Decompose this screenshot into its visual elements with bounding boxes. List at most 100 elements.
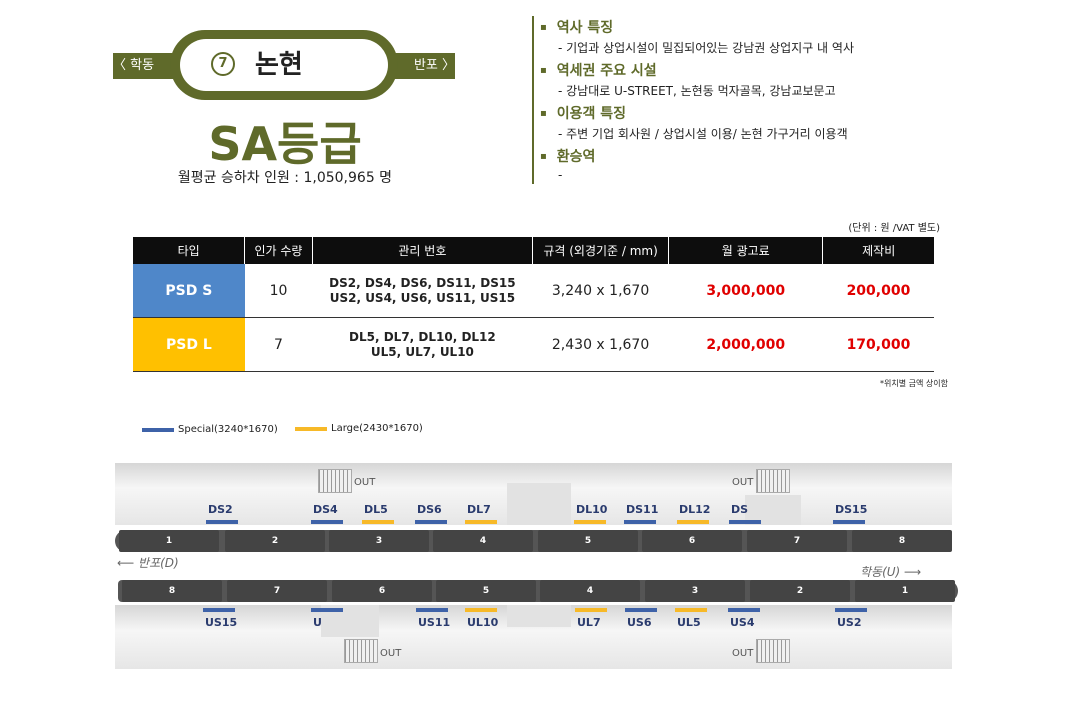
feature-facilities: 역세권 주요 시설- 강남대로 U-STREET, 논현동 먹자골목, 강남교보… (540, 60, 836, 99)
ad-slot-label: DS (731, 503, 749, 516)
ad-slot[interactable] (625, 608, 657, 612)
type-cell: PSD L (133, 317, 245, 372)
train-car: 1 (855, 580, 955, 602)
type-cell: PSD S (133, 264, 245, 318)
table-row: PSD S 10 DS2, DS4, DS6, DS11, DS15 US2, U… (133, 264, 934, 318)
ad-slot-label: UL10 (467, 616, 499, 629)
legend-large: Large(2430*1670) (331, 423, 423, 434)
ad-slot-label: US11 (418, 616, 451, 629)
col-size: 규격 (외경기준 / mm) (532, 237, 670, 264)
next-station[interactable]: 반포 〉 (414, 53, 455, 79)
train-car: 1 (119, 530, 219, 552)
upper-train: 12345678 (115, 530, 952, 552)
ad-slot-label: DL5 (364, 503, 388, 516)
ad-slot[interactable] (728, 608, 760, 612)
station-badge: 〈 학동 반포 〉 7 논현 (113, 30, 455, 100)
ad-slot-label: US6 (627, 616, 652, 629)
production-cell: 200,000 (822, 264, 934, 318)
ad-slot-label: DL7 (467, 503, 491, 516)
train-car: 7 (227, 580, 327, 602)
ad-slot-label: UL7 (577, 616, 601, 629)
ad-slot[interactable] (362, 520, 394, 524)
col-type: 타입 (133, 237, 246, 264)
codes-cell: DS2, DS4, DS6, DS11, DS15 US2, US4, US6, … (312, 264, 533, 318)
ad-slot-label: US2 (837, 616, 862, 629)
table-row: PSD L 7 DL5, DL7, DL10, DL12 UL5, UL7, UL… (133, 317, 934, 372)
features-divider (532, 16, 534, 184)
ridership: 월평균 승하차 인원 : 1,050,965 명 (177, 170, 393, 186)
train-car: 8 (852, 530, 952, 552)
train-car: 6 (332, 580, 432, 602)
ad-slot-label: UL5 (677, 616, 701, 629)
size-cell: 3,240 x 1,670 (532, 264, 669, 318)
ad-slot[interactable] (465, 520, 497, 524)
prev-station[interactable]: 〈 학동 (113, 53, 154, 79)
exit-label: OUT (732, 477, 754, 488)
ad-slot[interactable] (465, 608, 497, 612)
size-cell: 2,430 x 1,670 (532, 317, 669, 372)
monthly-cell: 2,000,000 (668, 317, 823, 372)
station-number-icon: 7 (211, 52, 235, 76)
train-car: 4 (540, 580, 640, 602)
direction-right: 학동(U) ⟶ (860, 565, 922, 579)
direction-left: ⟵ 반포(D) (117, 556, 179, 570)
ad-slot[interactable] (574, 520, 606, 524)
ad-slot-label: US15 (205, 616, 238, 629)
ad-slot-label: DS2 (208, 503, 233, 516)
ad-slot[interactable] (624, 520, 656, 524)
ad-slot[interactable] (415, 520, 447, 524)
legend-large-swatch (295, 427, 327, 431)
legend-special: Special(3240*1670) (178, 424, 278, 435)
ad-slot[interactable] (311, 520, 343, 524)
ad-slot[interactable] (206, 520, 238, 524)
ad-slot[interactable] (203, 608, 235, 612)
ad-slot[interactable] (416, 608, 448, 612)
ad-slot-label: US4 (730, 616, 755, 629)
train-car: 2 (750, 580, 850, 602)
ad-slot[interactable] (311, 608, 343, 612)
col-monthly: 월 광고료 (668, 237, 824, 264)
train-car: 3 (329, 530, 429, 552)
train-car: 7 (747, 530, 847, 552)
feature-transfer: 환승역- (540, 146, 596, 182)
exit-label: OUT (380, 648, 402, 659)
price-note: *위치별 금액 상이함 (880, 379, 948, 388)
ad-slot[interactable] (677, 520, 709, 524)
ad-slot-label: DS6 (417, 503, 442, 516)
train-car: 6 (642, 530, 742, 552)
lower-train: 87654321 (118, 580, 958, 602)
train-car: 2 (225, 530, 325, 552)
ad-slot[interactable] (835, 608, 867, 612)
table-header-row: 타입 인가 수량 관리 번호 규격 (외경기준 / mm) 월 광고료 제작비 (133, 237, 934, 264)
col-qty: 인가 수량 (244, 237, 313, 264)
col-production: 제작비 (822, 237, 934, 264)
ad-slot-label: DL10 (576, 503, 608, 516)
exit-label: OUT (354, 477, 376, 488)
train-car: 5 (436, 580, 536, 602)
price-table: 타입 인가 수량 관리 번호 규격 (외경기준 / mm) 월 광고료 제작비 … (133, 237, 934, 372)
ad-slot-label: DS4 (313, 503, 338, 516)
station-name: 논현 (255, 50, 303, 80)
ad-slot[interactable] (833, 520, 865, 524)
grate-icon (344, 639, 378, 663)
platform-diagram: OUT OUT OUT OUT 12345678 87654321 ⟵ 반포(D… (115, 463, 958, 669)
ad-slot[interactable] (729, 520, 761, 524)
qty-cell: 10 (244, 264, 313, 318)
grate-icon (318, 469, 352, 493)
col-codes: 관리 번호 (312, 237, 534, 264)
monthly-cell: 3,000,000 (668, 264, 823, 318)
train-car: 4 (433, 530, 533, 552)
codes-cell: DL5, DL7, DL10, DL12 UL5, UL7, UL10 (312, 317, 533, 372)
ad-slot-label: U (313, 616, 322, 629)
ad-slot[interactable] (675, 608, 707, 612)
grate-icon (756, 639, 790, 663)
ad-slot[interactable] (575, 608, 607, 612)
unit-note: (단위 : 원 /VAT 별도) (848, 223, 940, 234)
station-grade: SA등급 (208, 117, 362, 171)
ad-slot-label: DS11 (626, 503, 659, 516)
feature-users: 이용객 특징- 주변 기업 회사원 / 상업시설 이용/ 논현 가구거리 이용객 (540, 103, 848, 142)
production-cell: 170,000 (822, 317, 934, 372)
grate-icon (756, 469, 790, 493)
exit-label: OUT (732, 648, 754, 659)
ad-slot-label: DS15 (835, 503, 868, 516)
